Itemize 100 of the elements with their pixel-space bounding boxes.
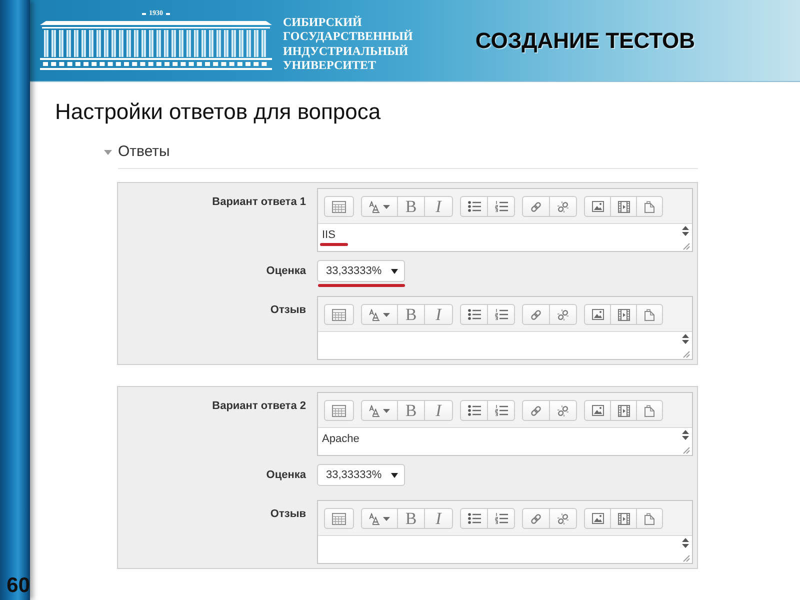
font-style-icon — [369, 308, 380, 320]
toolbar-toggle-button[interactable] — [324, 304, 354, 325]
bullet-list-icon — [468, 513, 480, 524]
toolbar-toggle-button[interactable] — [324, 196, 354, 217]
bold-button[interactable]: B — [397, 196, 425, 217]
link-button[interactable] — [522, 196, 550, 217]
image-button[interactable] — [584, 196, 611, 217]
answer-label: Вариант ответа 2 — [211, 399, 306, 414]
document-icon — [644, 404, 655, 416]
italic-button[interactable]: I — [424, 400, 453, 421]
media-button[interactable] — [610, 196, 637, 217]
image-button[interactable] — [584, 400, 611, 421]
document-icon — [644, 200, 655, 212]
bullet-list-button[interactable] — [460, 508, 488, 529]
link-icon — [530, 308, 542, 320]
image-button[interactable] — [584, 508, 611, 529]
broken-link-icon — [557, 404, 569, 416]
italic-button[interactable]: I — [424, 508, 453, 529]
caret-icon — [391, 268, 398, 274]
bold-button[interactable]: B — [397, 508, 425, 529]
media-button[interactable] — [610, 508, 637, 529]
caret-icon — [383, 516, 390, 520]
scroll-arrows-icon — [682, 334, 689, 344]
grid-icon — [332, 512, 346, 524]
scroll-arrows-icon — [682, 538, 689, 548]
toolbar-toggle-button[interactable] — [324, 508, 354, 529]
unlink-button[interactable] — [549, 508, 577, 529]
font-style-icon — [369, 200, 380, 212]
image-icon — [592, 513, 604, 524]
resize-grip-icon — [683, 351, 690, 358]
numbered-list-button[interactable] — [487, 304, 515, 325]
bullet-list-icon — [468, 405, 480, 416]
resize-grip-icon — [683, 555, 690, 562]
feedback-label: Отзыв — [269, 303, 306, 318]
scroll-arrows-icon — [682, 430, 689, 440]
answer-label: Вариант ответа 1 — [211, 195, 306, 210]
font-style-button[interactable] — [361, 400, 398, 421]
scroll-arrows-icon — [682, 226, 689, 236]
broken-link-icon — [557, 512, 569, 524]
file-button[interactable] — [636, 304, 663, 325]
film-icon — [618, 308, 630, 320]
numbered-list-icon — [494, 405, 508, 416]
caret-icon — [391, 472, 398, 478]
film-icon — [618, 404, 630, 416]
file-button[interactable] — [636, 400, 663, 421]
toolbar-toggle-button[interactable] — [324, 400, 354, 421]
numbered-list-icon — [494, 513, 508, 524]
media-button[interactable] — [610, 400, 637, 421]
font-style-button[interactable] — [361, 304, 398, 325]
image-icon — [592, 201, 604, 212]
slide-heading: Настройки ответов для вопроса — [55, 99, 381, 125]
unlink-button[interactable] — [549, 196, 577, 217]
text-area-field[interactable]: Apache — [318, 428, 692, 455]
bullet-list-button[interactable] — [460, 400, 488, 421]
grade-label: Оценка — [265, 468, 306, 482]
italic-button[interactable]: I — [424, 304, 453, 325]
numbered-list-button[interactable] — [487, 400, 515, 421]
link-button[interactable] — [522, 508, 550, 529]
font-style-button[interactable] — [361, 508, 398, 529]
grid-icon — [332, 404, 346, 416]
italic-button[interactable]: I — [424, 196, 453, 217]
film-icon — [618, 200, 630, 212]
unlink-button[interactable] — [549, 400, 577, 421]
image-icon — [592, 405, 604, 416]
bold-button[interactable]: B — [397, 304, 425, 325]
numbered-list-icon — [494, 201, 508, 212]
page-number: 60 — [6, 575, 30, 599]
broken-link-icon — [557, 308, 569, 320]
bullet-list-button[interactable] — [460, 196, 488, 217]
file-button[interactable] — [636, 508, 663, 529]
bullet-list-icon — [468, 201, 480, 212]
link-button[interactable] — [522, 400, 550, 421]
resize-grip-icon — [683, 447, 690, 454]
bullet-list-button[interactable] — [460, 304, 488, 325]
unlink-button[interactable] — [549, 304, 577, 325]
text-area-field[interactable]: IIS — [318, 224, 692, 251]
image-button[interactable] — [584, 304, 611, 325]
numbered-list-button[interactable] — [487, 508, 515, 529]
film-icon — [618, 512, 630, 524]
file-button[interactable] — [636, 196, 663, 217]
bold-button[interactable]: B — [397, 400, 425, 421]
broken-link-icon — [557, 200, 569, 212]
grade-select[interactable]: 33,33333% — [317, 260, 405, 282]
section-toggle[interactable]: Ответы — [104, 143, 170, 161]
media-button[interactable] — [610, 304, 637, 325]
caret-icon — [383, 408, 390, 412]
grade-select[interactable]: 33,33333% — [317, 464, 405, 486]
link-icon — [530, 200, 542, 212]
link-button[interactable] — [522, 304, 550, 325]
image-icon — [592, 309, 604, 320]
numbered-list-button[interactable] — [487, 196, 515, 217]
resize-grip-icon — [683, 243, 690, 250]
grid-icon — [332, 308, 346, 320]
document-icon — [644, 308, 655, 320]
caret-icon — [383, 204, 390, 208]
caret-icon — [383, 312, 390, 316]
university-name: СИБИРСКИЙ ГОСУДАРСТВЕННЫЙ ИНДУСТРИАЛЬНЫЙ УНИВЕРСИТЕТ — [283, 15, 413, 72]
font-style-button[interactable] — [361, 196, 398, 217]
link-icon — [530, 512, 542, 524]
slide-title: СОЗДАНИЕ ТЕСТОВ — [475, 28, 695, 54]
